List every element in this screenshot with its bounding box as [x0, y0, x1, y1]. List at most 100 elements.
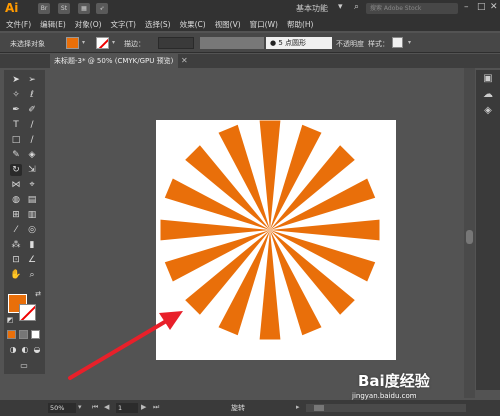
rectangle-tool-icon[interactable]: □ — [10, 134, 22, 146]
baidu-watermark: Bai度经验 — [358, 372, 430, 390]
slice-tool-icon[interactable]: ∠ — [26, 254, 38, 266]
opacity-label[interactable]: 不透明度 — [336, 39, 364, 49]
artboard-tool-icon[interactable]: ⊡ — [10, 254, 22, 266]
menu-view[interactable]: 视图(V) — [215, 19, 241, 30]
menu-type[interactable]: 文字(T) — [111, 19, 136, 30]
close-icon[interactable]: ✕ — [490, 2, 498, 12]
hand-tool-icon[interactable]: ✋ — [10, 269, 22, 281]
none-mode-icon[interactable] — [31, 330, 40, 339]
sunburst-artwork[interactable] — [156, 120, 396, 360]
stroke-color-swatch[interactable] — [96, 37, 109, 49]
sunburst-ray[interactable] — [185, 145, 270, 230]
selection-tool-icon[interactable]: ➤ — [10, 74, 22, 86]
vertical-scrollbar[interactable] — [464, 68, 475, 398]
stroke-label: 描边： — [124, 40, 145, 48]
style-dropdown-icon[interactable]: ▾ — [408, 39, 411, 46]
brush-definition[interactable]: ● 5 点圆形 — [266, 37, 332, 49]
previous-artboard-icon[interactable]: ◀ — [104, 403, 109, 411]
current-tool-status: 旋转 — [231, 404, 245, 412]
color-mode-icon[interactable] — [7, 330, 16, 339]
column-graph-icon[interactable]: ▮ — [26, 239, 38, 251]
menu-object[interactable]: 对象(O) — [75, 19, 102, 30]
menu-edit[interactable]: 编辑(E) — [40, 19, 66, 30]
search-icon[interactable]: ⌕ — [354, 2, 359, 12]
workspace-dropdown-icon[interactable]: ▾ — [338, 2, 343, 12]
stroke-dropdown-icon[interactable]: ▾ — [112, 39, 115, 46]
artboard[interactable] — [156, 120, 396, 360]
pen-tool-icon[interactable]: ✒ — [10, 104, 22, 116]
mesh-tool-icon[interactable]: ⊞ — [10, 209, 22, 221]
menu-effect[interactable]: 效果(C) — [180, 19, 206, 30]
variable-width-profile[interactable] — [200, 37, 264, 49]
tools-panel: ➤ ➢ ✧ ℓ ✒ ✐ T / □ ∕ ✎ ◈ ↻ ⇲ ⋈ ⌖ ◍ ▤ ⊞ ▥ … — [4, 70, 45, 374]
sunburst-ray[interactable] — [270, 230, 355, 315]
lasso-icon[interactable]: ℓ — [26, 89, 38, 101]
menu-window[interactable]: 窗口(W) — [250, 19, 278, 30]
first-artboard-icon[interactable]: ⏮ — [92, 403, 98, 412]
layers-panel-icon[interactable]: ◈ — [481, 104, 495, 118]
sunburst-ray[interactable] — [270, 145, 355, 230]
libraries-panel-icon[interactable]: ☁ — [481, 88, 495, 102]
eyedropper-icon[interactable]: ⁄ — [10, 224, 22, 236]
next-artboard-icon[interactable]: ▶ — [141, 403, 146, 411]
right-panel-dock: ▣ ☁ ◈ — [476, 70, 500, 390]
stock-icon[interactable]: St — [58, 3, 70, 14]
magic-wand-icon[interactable]: ✧ — [10, 89, 22, 101]
fill-color-swatch[interactable] — [66, 37, 79, 49]
document-tab-bar: 未标题-3* @ 50% (CMYK/GPU 预览) ✕ — [0, 54, 500, 68]
type-tool-icon[interactable]: T — [10, 119, 22, 131]
zoom-level-field[interactable]: 50% — [48, 403, 76, 413]
draw-inside-icon[interactable]: ◒ — [31, 344, 43, 356]
direct-selection-tool-icon[interactable]: ➢ — [26, 74, 38, 86]
free-transform-icon[interactable]: ⌖ — [26, 179, 38, 191]
scale-tool-icon[interactable]: ⇲ — [26, 164, 38, 176]
stock-search-input[interactable]: 搜索 Adobe Stock — [366, 3, 458, 14]
shaper-tool-icon[interactable]: ✎ — [10, 149, 22, 161]
bridge-icon[interactable]: Br — [38, 3, 50, 14]
curvature-tool-icon[interactable]: ✐ — [26, 104, 38, 116]
baidu-watermark-url: jingyan.baidu.com — [352, 392, 417, 400]
gradient-mode-icon[interactable] — [19, 330, 28, 339]
stroke-weight-field[interactable] — [158, 37, 194, 49]
rotate-tool-icon[interactable]: ↻ — [10, 164, 22, 176]
paintbrush-icon[interactable]: ∕ — [26, 134, 38, 146]
minimize-icon[interactable]: – — [464, 2, 469, 12]
zoom-tool-icon[interactable]: ⌕ — [26, 269, 38, 281]
last-artboard-icon[interactable]: ⏭ — [153, 403, 159, 412]
stroke-indicator[interactable] — [19, 304, 36, 321]
title-bar: Ai Br St ▦ ➶ 基本功能 ▾ ⌕ 搜索 Adobe Stock – □… — [0, 0, 500, 17]
selection-status: 未选择对象 — [10, 40, 45, 48]
horizontal-scroll-thumb[interactable] — [314, 405, 324, 411]
sunburst-ray[interactable] — [185, 230, 270, 315]
swap-fill-stroke-icon[interactable]: ⇄ — [32, 288, 44, 300]
draw-mode-icon[interactable]: ◑ — [7, 344, 19, 356]
arrange-documents-icon[interactable]: ▦ — [78, 3, 90, 14]
menu-select[interactable]: 选择(S) — [145, 19, 171, 30]
default-colors-icon[interactable]: ◩ — [4, 314, 16, 326]
properties-panel-icon[interactable]: ▣ — [481, 72, 495, 86]
horizontal-scrollbar[interactable] — [306, 404, 466, 412]
screen-mode-icon[interactable]: ▭ — [18, 360, 30, 372]
gpu-performance-icon[interactable]: ➶ — [96, 3, 108, 14]
menu-file[interactable]: 文件(F) — [6, 19, 31, 30]
status-menu-icon[interactable]: ▸ — [296, 403, 300, 411]
eraser-icon[interactable]: ◈ — [26, 149, 38, 161]
document-tab[interactable]: 未标题-3* @ 50% (CMYK/GPU 预览) — [50, 54, 178, 68]
close-tab-icon[interactable]: ✕ — [181, 56, 188, 65]
maximize-icon[interactable]: □ — [477, 2, 486, 12]
line-tool-icon[interactable]: / — [26, 119, 38, 131]
zoom-dropdown-icon[interactable]: ▾ — [78, 403, 82, 411]
vertical-scroll-thumb[interactable] — [466, 230, 473, 244]
perspective-grid-icon[interactable]: ▤ — [26, 194, 38, 206]
workspace-switcher[interactable]: 基本功能 — [296, 3, 328, 14]
symbol-sprayer-icon[interactable]: ⁂ — [10, 239, 22, 251]
shape-builder-icon[interactable]: ◍ — [10, 194, 22, 206]
width-tool-icon[interactable]: ⋈ — [10, 179, 22, 191]
fill-dropdown-icon[interactable]: ▾ — [82, 39, 85, 46]
gradient-tool-icon[interactable]: ▥ — [26, 209, 38, 221]
draw-behind-icon[interactable]: ◐ — [19, 344, 31, 356]
graphic-style-swatch[interactable] — [392, 37, 403, 48]
artboard-number-field[interactable]: 1 — [116, 403, 138, 413]
menu-help[interactable]: 帮助(H) — [287, 19, 314, 30]
blend-tool-icon[interactable]: ◎ — [26, 224, 38, 236]
